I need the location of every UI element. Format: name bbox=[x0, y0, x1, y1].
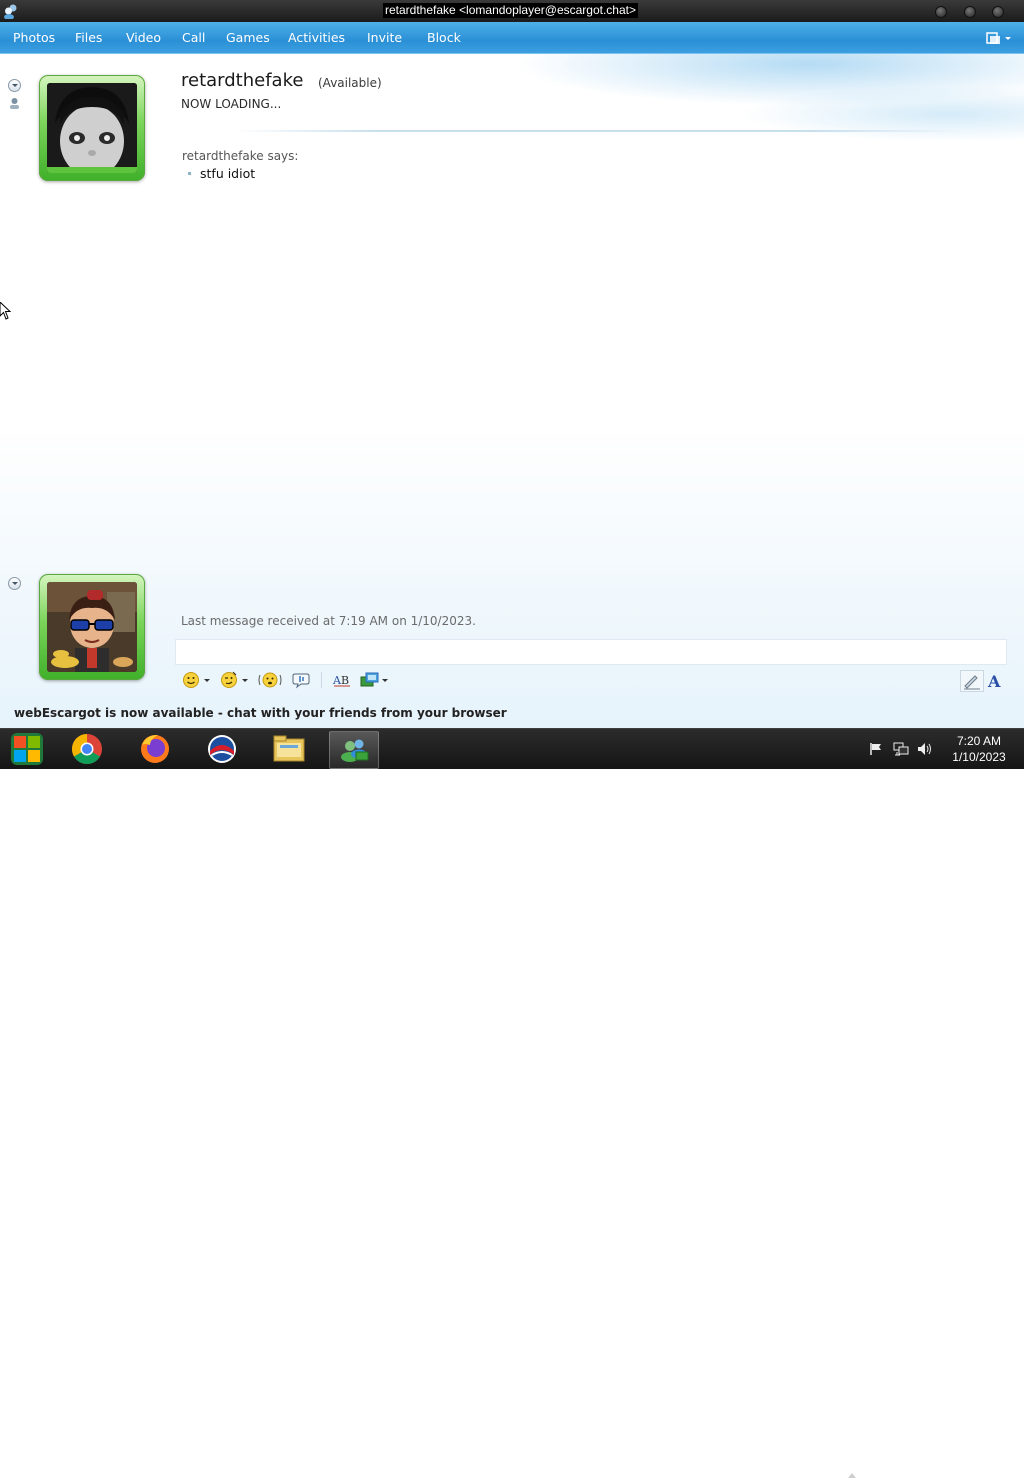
contact-card-icon[interactable] bbox=[9, 96, 20, 110]
action-menu-bar: Photos Files Video Call Games Activities… bbox=[0, 22, 1024, 54]
file-explorer-icon[interactable] bbox=[266, 731, 312, 767]
start-orb-icon[interactable] bbox=[4, 731, 50, 767]
own-display-picture bbox=[47, 582, 137, 672]
ad-text[interactable]: webEscargot is now available - chat with… bbox=[14, 706, 507, 720]
ad-banner: webEscargot is now available - chat with… bbox=[0, 703, 1024, 728]
spellcheck-icon[interactable]: A B bbox=[332, 670, 352, 690]
wink-icon[interactable] bbox=[220, 670, 238, 690]
wink-dropdown-icon[interactable] bbox=[242, 679, 248, 682]
volume-icon[interactable] bbox=[917, 742, 933, 756]
handwriting-icon bbox=[964, 675, 980, 690]
taskbar bbox=[0, 728, 1024, 1478]
menu-games[interactable]: Games bbox=[226, 30, 270, 45]
menu-invite[interactable]: Invite bbox=[367, 30, 402, 45]
collapse-own-pane-button[interactable] bbox=[8, 577, 21, 590]
menu-activities[interactable]: Activities bbox=[288, 30, 345, 45]
emoticon-icon[interactable] bbox=[182, 670, 200, 690]
message-sender: retardthefake says: bbox=[182, 149, 299, 163]
message-text: stfu idiot bbox=[200, 166, 256, 181]
minimize-button[interactable] bbox=[935, 6, 947, 18]
voice-clip-icon[interactable] bbox=[292, 670, 312, 690]
messenger-logo-icon[interactable] bbox=[199, 731, 245, 767]
action-center-flag-icon[interactable] bbox=[869, 742, 883, 756]
last-message-received: Last message received at 7:19 AM on 1/10… bbox=[181, 614, 476, 628]
menu-block[interactable]: Block bbox=[427, 30, 461, 45]
message-input[interactable] bbox=[175, 639, 1007, 665]
chrome-icon[interactable] bbox=[64, 731, 110, 767]
conversation-window-icon bbox=[341, 739, 369, 762]
font-icon[interactable]: A bbox=[988, 672, 1000, 691]
toolbar-separator bbox=[321, 672, 322, 688]
clock-time: 7:20 AM bbox=[956, 734, 1002, 748]
conversation-pane bbox=[0, 54, 1024, 728]
taskbar-messenger-conversation[interactable] bbox=[329, 731, 379, 769]
show-menu-icon[interactable] bbox=[986, 30, 1014, 46]
contact-display-picture bbox=[47, 83, 137, 173]
menu-photos[interactable]: Photos bbox=[13, 30, 55, 45]
contact-personal-message: NOW LOADING... bbox=[181, 97, 282, 111]
contact-avatar[interactable] bbox=[39, 75, 145, 181]
network-icon[interactable] bbox=[893, 742, 909, 756]
close-button[interactable] bbox=[992, 6, 1004, 18]
firefox-icon[interactable] bbox=[132, 731, 178, 767]
maximize-button[interactable] bbox=[964, 6, 976, 18]
message-bullet bbox=[188, 172, 191, 175]
header-divider bbox=[232, 130, 962, 132]
system-clock[interactable]: 7:20 AM 1/10/2023 bbox=[940, 733, 1018, 765]
background-icon[interactable] bbox=[360, 670, 380, 690]
emoticon-dropdown-icon[interactable] bbox=[204, 679, 210, 682]
menu-files[interactable]: Files bbox=[75, 30, 102, 45]
menu-video[interactable]: Video bbox=[126, 30, 161, 45]
own-avatar[interactable] bbox=[39, 574, 145, 680]
show-hidden-icons-icon[interactable] bbox=[848, 1473, 856, 1478]
mouse-cursor-icon bbox=[0, 302, 12, 320]
clock-date: 1/10/2023 bbox=[952, 750, 1006, 764]
formatting-toolbar: A B bbox=[175, 668, 1007, 694]
handwriting-button[interactable] bbox=[960, 670, 984, 692]
background-dropdown-icon[interactable] bbox=[382, 679, 388, 682]
svg-text:B: B bbox=[341, 674, 349, 687]
collapse-contact-pane-button[interactable] bbox=[8, 79, 21, 92]
menu-call[interactable]: Call bbox=[182, 30, 205, 45]
contact-status: (Available) bbox=[318, 76, 382, 90]
title-bar[interactable]: retardthefake <lomandoplayer@escargot.ch… bbox=[0, 0, 1024, 22]
window-title: retardthefake <lomandoplayer@escargot.ch… bbox=[383, 3, 638, 18]
contact-name[interactable]: retardthefake bbox=[181, 70, 303, 91]
nudge-icon[interactable] bbox=[258, 670, 282, 690]
messenger-buddy-icon[interactable] bbox=[3, 3, 19, 19]
